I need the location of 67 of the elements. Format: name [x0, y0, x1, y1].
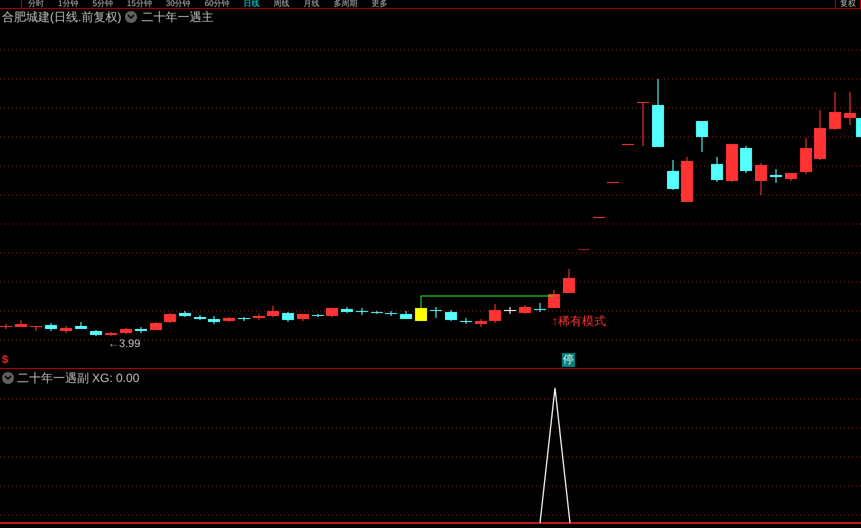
candlestick	[341, 306, 353, 314]
candlestick	[593, 216, 605, 218]
candlestick	[711, 156, 723, 182]
candlestick	[150, 322, 162, 330]
candlestick	[460, 318, 472, 324]
candlestick	[667, 160, 679, 190]
candlestick	[223, 316, 235, 322]
signal-label: ↑稀有模式	[552, 314, 606, 329]
candlestick	[652, 78, 664, 148]
candlestick	[681, 156, 693, 202]
candlestick	[755, 162, 767, 196]
candlestick	[814, 110, 826, 160]
candlestick	[90, 330, 102, 336]
candlestick	[297, 314, 309, 322]
halt-badge: 停	[562, 353, 575, 367]
candlestick	[489, 304, 501, 324]
candlestick	[504, 306, 516, 314]
candlestick	[120, 328, 132, 334]
candlestick	[400, 310, 412, 320]
candlestick	[607, 182, 619, 184]
candlestick	[356, 308, 368, 316]
candlestick	[0, 324, 12, 330]
candlestick	[15, 320, 27, 328]
candlestick	[194, 314, 206, 320]
candlestick	[445, 310, 457, 322]
candlestick	[637, 102, 649, 146]
candlestick	[622, 144, 634, 146]
candlestick	[75, 322, 87, 330]
indicator-name: 二十年一遇主	[141, 9, 214, 26]
candlestick	[740, 146, 752, 174]
indicator-reading: XG: 0.00	[92, 370, 140, 387]
dropdown-icon[interactable]	[125, 11, 138, 23]
candlestick	[726, 144, 738, 182]
candlestick	[519, 304, 531, 314]
candlestick	[415, 308, 427, 322]
candlestick	[475, 318, 487, 328]
marker-label: $	[2, 354, 8, 367]
candlestick	[371, 310, 383, 314]
candlestick	[534, 302, 546, 312]
candlestick	[385, 310, 397, 316]
candlestick	[105, 332, 117, 336]
candlestick	[829, 92, 841, 130]
candlestick	[267, 306, 279, 318]
candlestick	[238, 316, 250, 322]
candlestick	[45, 322, 57, 332]
candlestick	[563, 268, 575, 294]
candlestick	[785, 172, 797, 182]
indicator-name: 二十年一遇副	[17, 370, 89, 387]
candlestick	[253, 314, 265, 320]
candlestick	[578, 248, 590, 250]
candlestick	[548, 290, 560, 308]
candlestick	[282, 312, 294, 322]
candlestick	[164, 312, 176, 324]
candlestick	[30, 326, 42, 332]
candlestick	[312, 314, 324, 318]
candlestick	[800, 138, 812, 174]
low-price-label: ←3.99	[108, 338, 140, 351]
candlestick	[135, 326, 147, 334]
dropdown-icon[interactable]	[2, 372, 14, 384]
candlestick	[326, 308, 338, 318]
candlestick	[430, 306, 442, 318]
candlestick	[770, 168, 782, 184]
candlestick	[179, 310, 191, 318]
candlestick	[696, 120, 708, 152]
stock-title: 合肥城建(日线.前复权)	[2, 9, 122, 26]
candlestick	[208, 316, 220, 324]
candlestick	[60, 326, 72, 334]
